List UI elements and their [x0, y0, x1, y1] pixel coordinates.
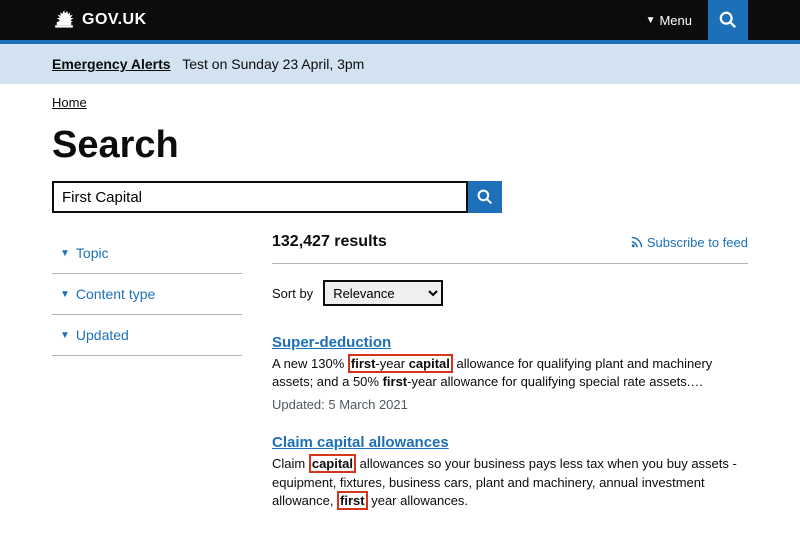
subscribe-link[interactable]: Subscribe to feed [631, 235, 748, 250]
filter-label: Updated [76, 327, 129, 343]
result-title[interactable]: Claim capital allowances [272, 434, 449, 451]
header-right: ▼ Menu [630, 0, 748, 40]
results-panel: 132,427 results Subscribe to feed Sort b… [272, 233, 748, 532]
main-row: ▼ Topic ▼ Content type ▼ Updated 132,427… [52, 233, 748, 532]
alert-link[interactable]: Emergency Alerts [52, 56, 171, 72]
main-content: Home Search ▼ Topic ▼ Content type ▼ Upd… [0, 84, 800, 552]
site-logo[interactable]: GOV.UK [52, 10, 147, 30]
filter-content-type[interactable]: ▼ Content type [52, 274, 242, 315]
filters-sidebar: ▼ Topic ▼ Content type ▼ Updated [52, 233, 242, 532]
breadcrumb[interactable]: Home [52, 95, 87, 110]
sort-select[interactable]: Relevance [323, 280, 443, 306]
crown-icon [52, 10, 76, 30]
search-icon [719, 11, 737, 29]
alert-banner: Emergency Alerts Test on Sunday 23 April… [0, 44, 800, 84]
result-item: Claim capital allowances Claim capital a… [272, 434, 748, 510]
chevron-down-icon: ▼ [646, 15, 656, 26]
header-search-button[interactable] [708, 0, 748, 40]
sort-label: Sort by [272, 286, 313, 301]
results-count: 132,427 results [272, 233, 387, 251]
result-title[interactable]: Super-deduction [272, 334, 391, 351]
highlight: first-year capital [348, 354, 453, 373]
search-button[interactable] [468, 181, 502, 213]
filter-label: Topic [76, 245, 109, 261]
menu-label: Menu [659, 13, 692, 28]
filter-label: Content type [76, 286, 155, 302]
chevron-down-icon: ▼ [60, 289, 70, 300]
chevron-down-icon: ▼ [60, 330, 70, 341]
search-form [52, 181, 502, 213]
alert-text: Test on Sunday 23 April, 3pm [182, 56, 364, 72]
result-item: Super-deduction A new 130% first-year ca… [272, 334, 748, 412]
menu-button[interactable]: ▼ Menu [630, 0, 708, 40]
result-meta: Updated: 5 March 2021 [272, 397, 748, 412]
result-description: Claim capital allowances so your busines… [272, 455, 748, 510]
logo-text: GOV.UK [82, 11, 147, 29]
result-description: A new 130% first-year capital allowance … [272, 355, 748, 391]
highlight: capital [309, 454, 356, 473]
site-header: GOV.UK ▼ Menu [0, 0, 800, 40]
subscribe-label: Subscribe to feed [647, 235, 748, 250]
results-header: 132,427 results Subscribe to feed [272, 233, 748, 264]
filter-topic[interactable]: ▼ Topic [52, 233, 242, 274]
rss-icon [631, 236, 643, 248]
chevron-down-icon: ▼ [60, 248, 70, 259]
search-input[interactable] [52, 181, 468, 213]
filter-updated[interactable]: ▼ Updated [52, 315, 242, 356]
sort-row: Sort by Relevance [272, 280, 748, 306]
search-icon [477, 189, 493, 205]
highlight: first [337, 491, 368, 510]
page-title: Search [52, 124, 748, 167]
